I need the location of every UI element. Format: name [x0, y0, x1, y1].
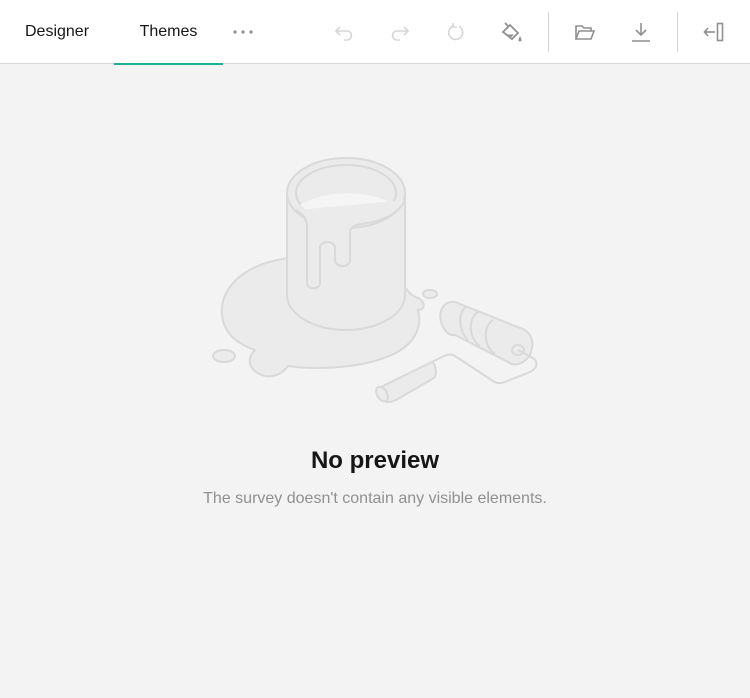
- reset-icon: [447, 23, 464, 41]
- undo-icon: [334, 26, 353, 41]
- tab-designer[interactable]: Designer: [0, 0, 114, 64]
- top-toolbar: Designer Themes: [0, 0, 750, 65]
- paint-drop: [422, 289, 438, 299]
- paint-bucket-icon: [501, 22, 522, 42]
- empty-state-title: No preview: [310, 447, 440, 474]
- undo-button[interactable]: [324, 12, 364, 52]
- export-theme-button[interactable]: [621, 12, 661, 52]
- download-icon: [632, 23, 650, 42]
- collapse-panel-icon: [703, 22, 724, 42]
- ellipsis-icon: [233, 30, 253, 34]
- more-tabs-button[interactable]: [223, 0, 263, 64]
- tab-themes[interactable]: Themes: [114, 0, 223, 65]
- paint-drop: [212, 349, 236, 363]
- redo-button[interactable]: [380, 12, 420, 52]
- theme-settings-button[interactable]: [492, 12, 532, 52]
- toolbar-separator: [548, 12, 549, 52]
- collapse-panel-button[interactable]: [694, 12, 734, 52]
- toolbar-separator: [677, 12, 678, 52]
- redo-icon: [391, 26, 410, 41]
- tab-themes-label: Themes: [139, 23, 198, 40]
- empty-state-message: The survey doesn't contain any visible e…: [203, 490, 547, 507]
- reset-theme-button[interactable]: [436, 12, 476, 52]
- paint-bucket-illustration: [212, 157, 538, 403]
- folder-open-icon: [574, 25, 596, 40]
- tab-designer-label: Designer: [24, 23, 90, 40]
- import-theme-button[interactable]: [565, 12, 605, 52]
